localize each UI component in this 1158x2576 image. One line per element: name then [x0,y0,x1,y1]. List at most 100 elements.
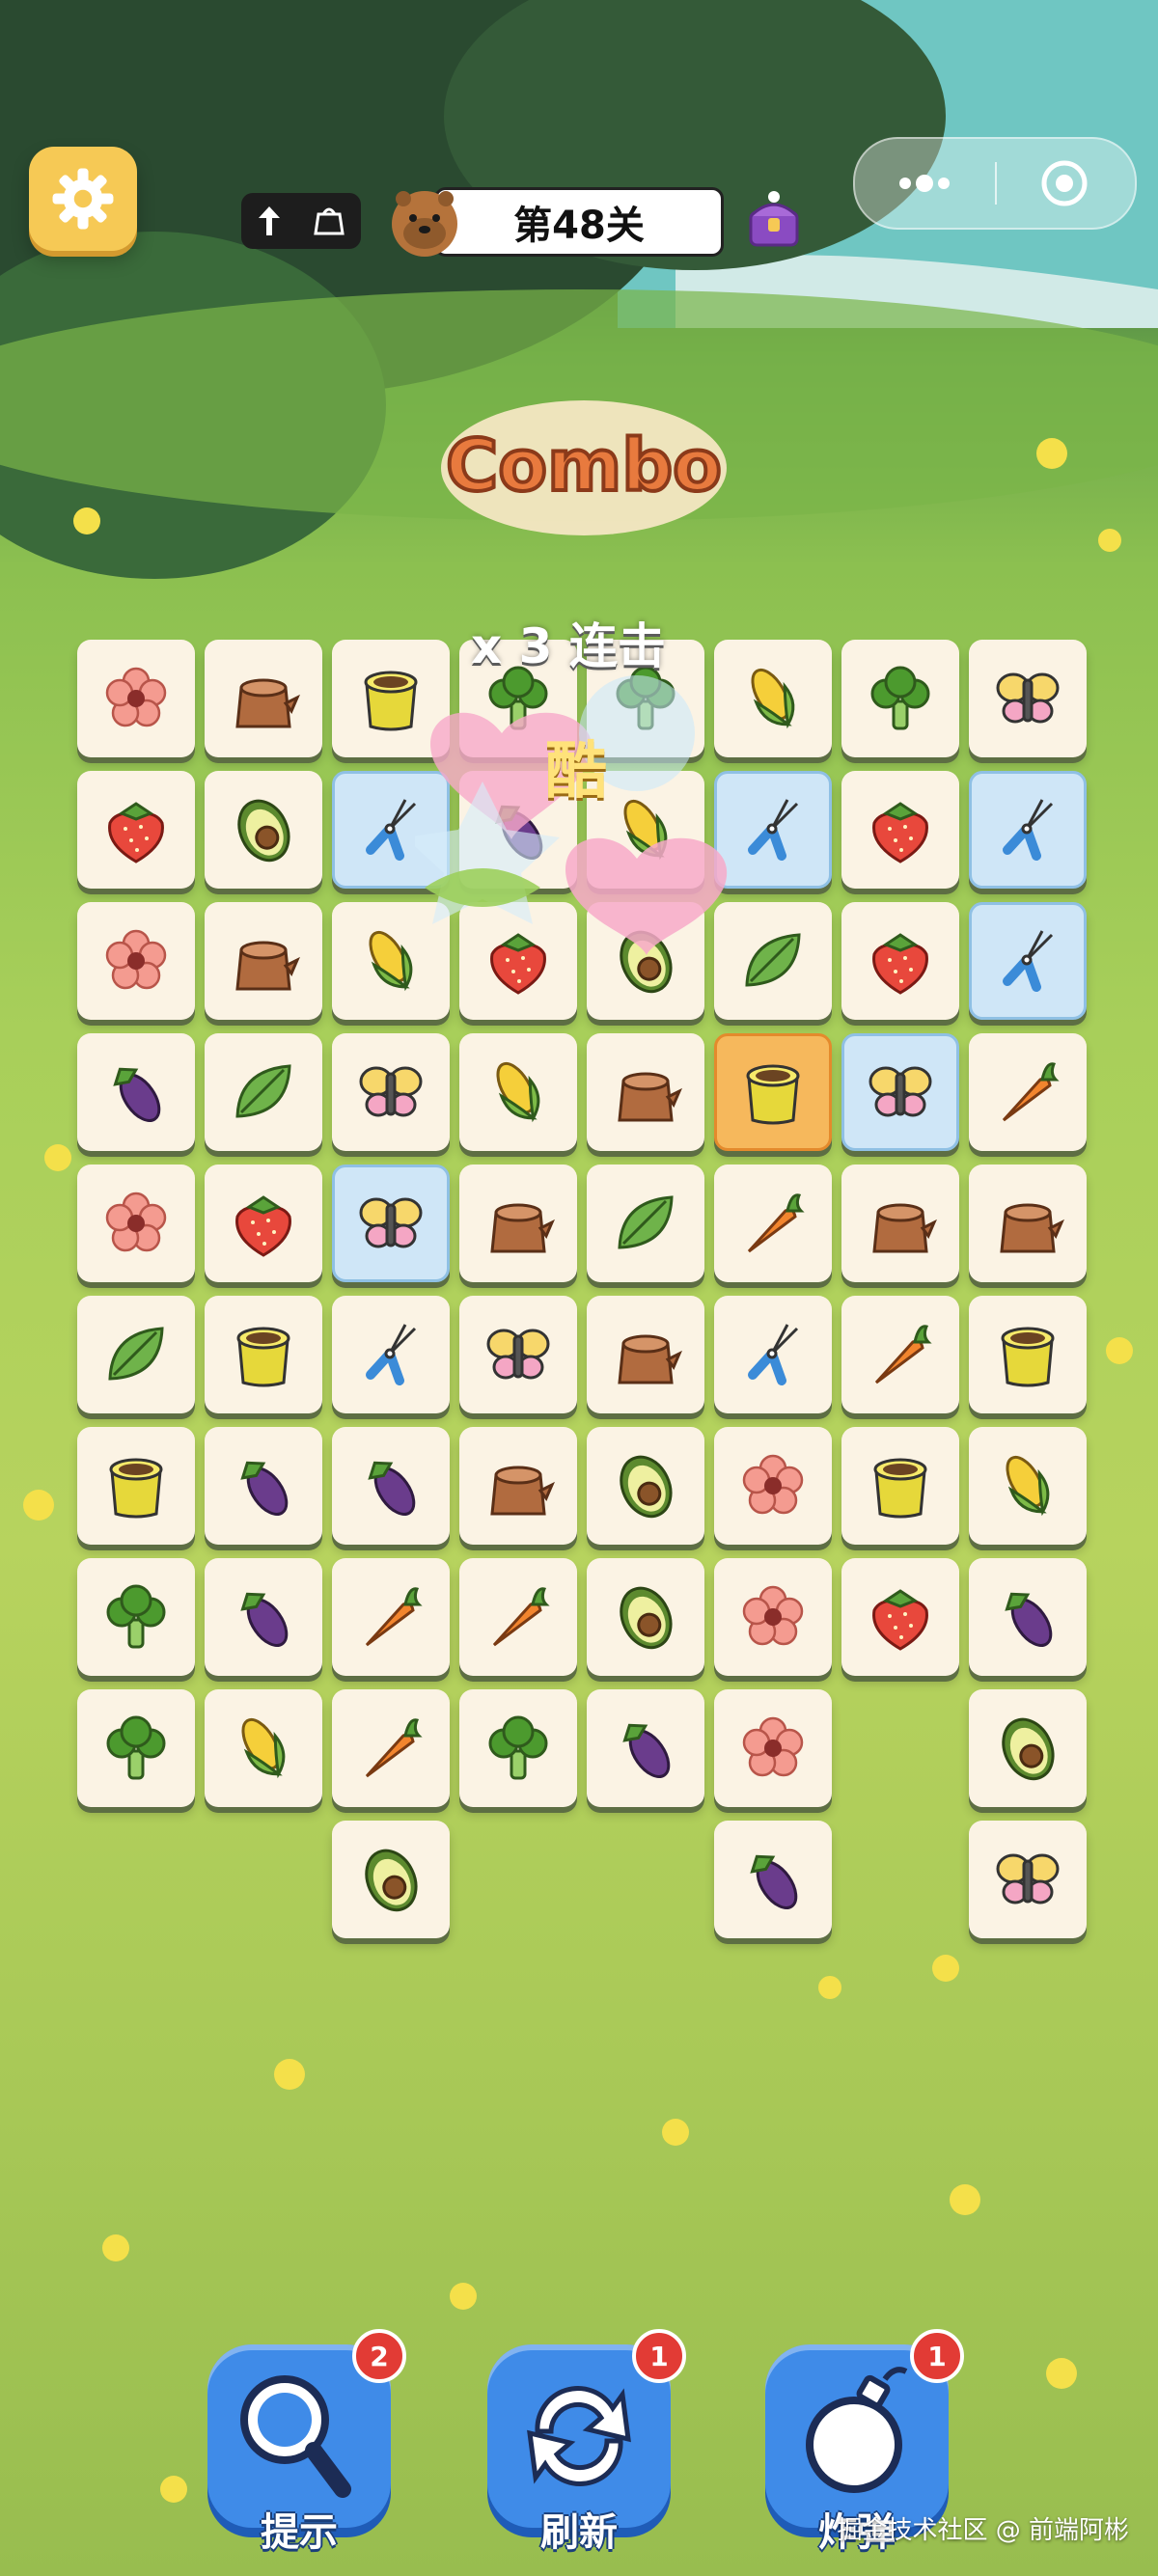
strawberry-tile[interactable] [841,902,959,1020]
nav-pill[interactable] [241,193,361,249]
broccoli-tile[interactable] [77,1558,195,1676]
avocado-icon [620,1455,673,1519]
stump-tile[interactable] [459,1165,577,1282]
pot-tile[interactable] [714,1033,832,1151]
flower-icon [742,1716,804,1777]
avocado-tile[interactable] [587,1558,704,1676]
flower-icon [105,929,167,990]
stump-tile[interactable] [459,1427,577,1545]
eggplant-icon [1005,1592,1053,1647]
corn-tile[interactable] [205,1689,322,1807]
butterfly-icon [359,1066,423,1117]
strawberry-tile[interactable] [841,1558,959,1676]
stump-tile[interactable] [587,1296,704,1413]
pot-icon [873,1458,927,1519]
eggplant-icon [368,1461,416,1516]
powerup-label: 刷新 [540,2510,618,2555]
broccoli-tile[interactable] [77,1689,195,1807]
pot-icon [109,1458,163,1519]
butterfly-tile[interactable] [969,640,1087,757]
refresh-powerup-button[interactable]: 1 刷新 [487,2329,686,2555]
corn-tile[interactable] [969,1427,1087,1545]
stump-icon [872,1203,937,1253]
shears-tile[interactable] [714,1296,832,1413]
flower-tile[interactable] [714,1427,832,1545]
carrot-tile[interactable] [969,1033,1087,1151]
eggplant-tile[interactable] [332,1427,450,1545]
butterfly-tile[interactable] [332,1165,450,1282]
avocado-tile[interactable] [205,771,322,889]
corn-tile[interactable] [459,1033,577,1151]
eggplant-tile[interactable] [77,1033,195,1151]
carrot-tile[interactable] [332,1558,450,1676]
flower-tile[interactable] [714,1558,832,1676]
carrot-icon [492,1587,550,1647]
leaf-tile[interactable] [77,1296,195,1413]
shears-tile[interactable] [332,1296,450,1413]
settings-button[interactable] [29,147,137,251]
carrot-tile[interactable] [841,1296,959,1413]
leaf-icon [108,1327,164,1381]
butterfly-tile[interactable] [459,1296,577,1413]
eggplant-icon [240,1592,289,1647]
hint-powerup-button[interactable]: 2 提示 [207,2329,406,2555]
flower-tile[interactable] [77,1165,195,1282]
strawberry-tile[interactable] [77,771,195,889]
stump-tile[interactable] [969,1165,1087,1282]
strawberry-tile[interactable] [205,1165,322,1282]
bomb-powerup-button[interactable]: 1 炸弹 [765,2329,964,2555]
eggplant-icon [240,1461,289,1516]
avocado-tile[interactable] [332,1821,450,1938]
butterfly-tile[interactable] [332,1033,450,1151]
butterfly-tile[interactable] [969,1821,1087,1938]
carrot-tile[interactable] [714,1165,832,1282]
eggplant-tile[interactable] [587,1689,704,1807]
strawberry-tile[interactable] [841,771,959,889]
shears-icon [748,1324,799,1385]
pot-tile[interactable] [841,1427,959,1545]
avocado-tile[interactable] [969,1689,1087,1807]
eggplant-tile[interactable] [205,1427,322,1545]
butterfly-tile[interactable] [841,1033,959,1151]
combo-banner: Combo [441,400,727,535]
treasure-chest-icon[interactable] [745,185,803,253]
carrot-icon [365,1718,423,1778]
stump-tile[interactable] [841,1165,959,1282]
combo-count: x 3 连击 [471,618,666,674]
pot-icon [1001,1327,1055,1387]
more-icon[interactable] [855,139,995,228]
carrot-icon [874,1325,932,1384]
leaf-icon [235,1064,291,1118]
eggplant-tile[interactable] [969,1558,1087,1676]
gear-icon [52,168,114,230]
stump-icon [490,1466,555,1516]
watermark: 掘金技术社区 @ 前端阿彬 [837,2516,1129,2545]
flower-tile[interactable] [77,640,195,757]
shears-tile[interactable] [969,902,1087,1020]
stump-tile[interactable] [205,640,322,757]
flower-tile[interactable] [714,1689,832,1807]
eggplant-tile[interactable] [714,1821,832,1938]
flower-icon [742,1454,804,1515]
carrot-tile[interactable] [332,1689,450,1807]
broccoli-tile[interactable] [459,1689,577,1807]
flower-tile[interactable] [77,902,195,1020]
broccoli-tile[interactable] [841,640,959,757]
stump-tile[interactable] [205,902,322,1020]
eggplant-tile[interactable] [205,1558,322,1676]
corn-icon [241,1717,286,1779]
leaf-tile[interactable] [587,1165,704,1282]
avocado-icon [365,1849,418,1912]
carrot-tile[interactable] [459,1558,577,1676]
strawberry-icon [872,802,928,863]
avocado-tile[interactable] [587,1427,704,1545]
stump-tile[interactable] [587,1033,704,1151]
eggplant-icon [113,1067,161,1122]
shears-tile[interactable] [969,771,1087,889]
corn-icon [496,1061,540,1123]
pot-tile[interactable] [77,1427,195,1545]
close-target-icon[interactable] [997,139,1132,228]
pot-tile[interactable] [969,1296,1087,1413]
leaf-tile[interactable] [205,1033,322,1151]
pot-tile[interactable] [205,1296,322,1413]
